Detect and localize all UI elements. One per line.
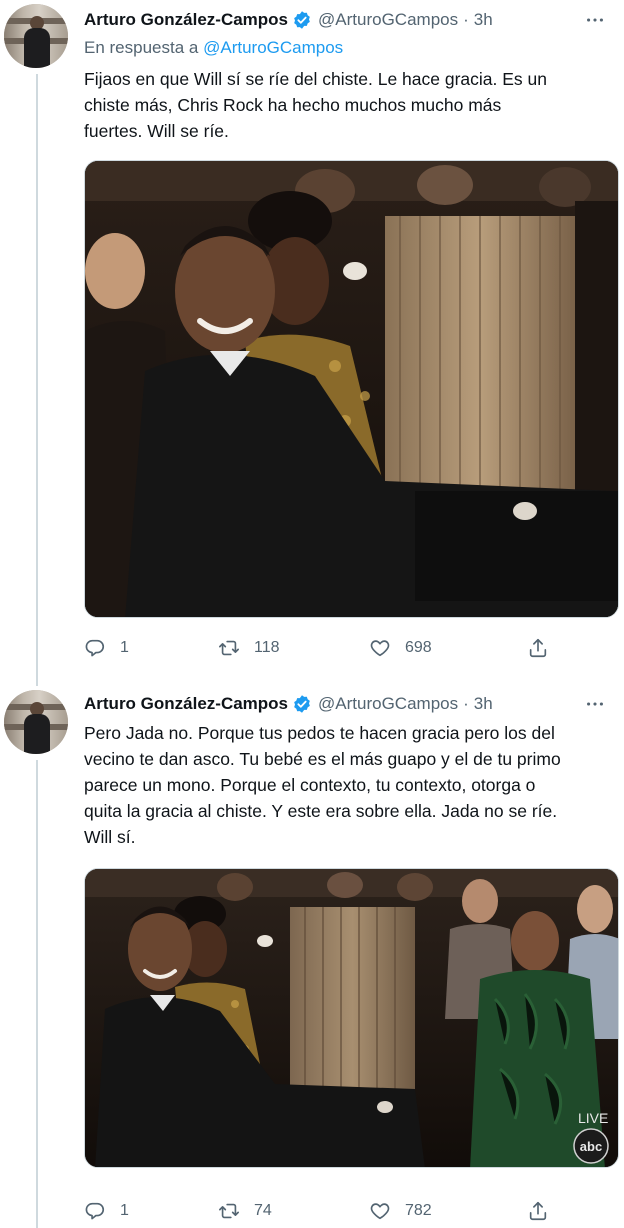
author-name[interactable]: Arturo González-Campos xyxy=(84,10,288,30)
author-handle[interactable]: @ArturoGCampos xyxy=(318,10,458,30)
author-name[interactable]: Arturo González-Campos xyxy=(84,694,288,714)
more-options-icon[interactable] xyxy=(580,692,610,716)
retweet-count: 118 xyxy=(254,639,280,656)
tweet-text: Fijaos en que Will sí se ríe del chiste.… xyxy=(84,66,614,144)
tweet[interactable]: Arturo González-Campos @ArturoGCampos · … xyxy=(0,686,624,1228)
tweet-actions-bar: 1 118 698 xyxy=(84,636,564,660)
tweet-text-line: fuertes. Will se ríe. xyxy=(84,121,229,141)
reply-icon xyxy=(85,1202,105,1220)
tweet-photo[interactable] xyxy=(84,160,619,618)
separator-dot: · xyxy=(463,10,469,29)
verified-badge-icon xyxy=(292,10,312,30)
tweet-header: Arturo González-Campos @ArturoGCampos · … xyxy=(84,8,493,32)
share-icon xyxy=(529,1201,547,1221)
timestamp[interactable]: 3h xyxy=(474,694,493,714)
tweet-text-line: Fijaos en que Will sí se ríe del chiste.… xyxy=(84,69,548,89)
network-logo-text: abc xyxy=(580,1139,602,1154)
tweet-text-line: Pero Jada no. Porque tus pedos te hacen … xyxy=(84,723,555,743)
tweet-text-line: vecino te dan asco. Tu bebé es el más gu… xyxy=(84,749,561,769)
tweet-actions-bar: 1 74 782 xyxy=(84,1199,564,1223)
timestamp[interactable]: 3h xyxy=(474,10,493,30)
reply-icon xyxy=(85,639,105,657)
retweet-icon xyxy=(219,1203,239,1219)
retweet-count: 74 xyxy=(254,1202,272,1219)
photo-will-smith-jada-audience: LIVE abc xyxy=(85,869,618,1167)
tweet-text-line: chiste más, Chris Rock ha hecho muchos m… xyxy=(84,95,502,115)
avatar[interactable] xyxy=(4,4,68,68)
heart-icon xyxy=(370,1203,390,1220)
like-count: 782 xyxy=(405,1202,432,1219)
tweet-text-line: quita la gracia al chiste. Y este era so… xyxy=(84,801,558,821)
reply-count: 1 xyxy=(120,639,129,656)
tweet-text-line: parece un mono. Porque el contexto, tu c… xyxy=(84,775,536,795)
reply-count: 1 xyxy=(120,1202,129,1219)
tweet-text-line: Will sí. xyxy=(84,827,136,847)
like-count: 698 xyxy=(405,639,432,656)
tweet[interactable]: Arturo González-Campos @ArturoGCampos · … xyxy=(0,0,624,680)
share-button[interactable] xyxy=(527,1199,549,1223)
reply-prefix: En respuesta a xyxy=(84,38,199,57)
reply-to-handle-link[interactable]: @ArturoGCampos xyxy=(203,38,343,57)
live-label: LIVE xyxy=(578,1110,608,1126)
author-handle[interactable]: @ArturoGCampos xyxy=(318,694,458,714)
tweet-text: Pero Jada no. Porque tus pedos te hacen … xyxy=(84,720,614,850)
like-button[interactable]: 698 xyxy=(369,636,432,660)
verified-badge-icon xyxy=(292,694,312,714)
photo-will-smith-lupita-laughing xyxy=(85,161,618,617)
more-options-icon[interactable] xyxy=(580,8,610,32)
tweet-header: Arturo González-Campos @ArturoGCampos · … xyxy=(84,692,493,716)
share-icon xyxy=(529,638,547,658)
avatar[interactable] xyxy=(4,690,68,754)
retweet-button[interactable]: 74 xyxy=(218,1199,272,1223)
retweet-icon xyxy=(219,640,239,656)
reply-button[interactable]: 1 xyxy=(84,1199,129,1223)
separator-dot: · xyxy=(463,694,469,713)
reply-context: En respuesta a @ArturoGCampos xyxy=(84,38,343,58)
share-button[interactable] xyxy=(527,636,549,660)
heart-icon xyxy=(370,640,390,657)
tweet-photo[interactable]: LIVE abc xyxy=(84,868,619,1168)
reply-button[interactable]: 1 xyxy=(84,636,129,660)
retweet-button[interactable]: 118 xyxy=(218,636,280,660)
like-button[interactable]: 782 xyxy=(369,1199,432,1223)
